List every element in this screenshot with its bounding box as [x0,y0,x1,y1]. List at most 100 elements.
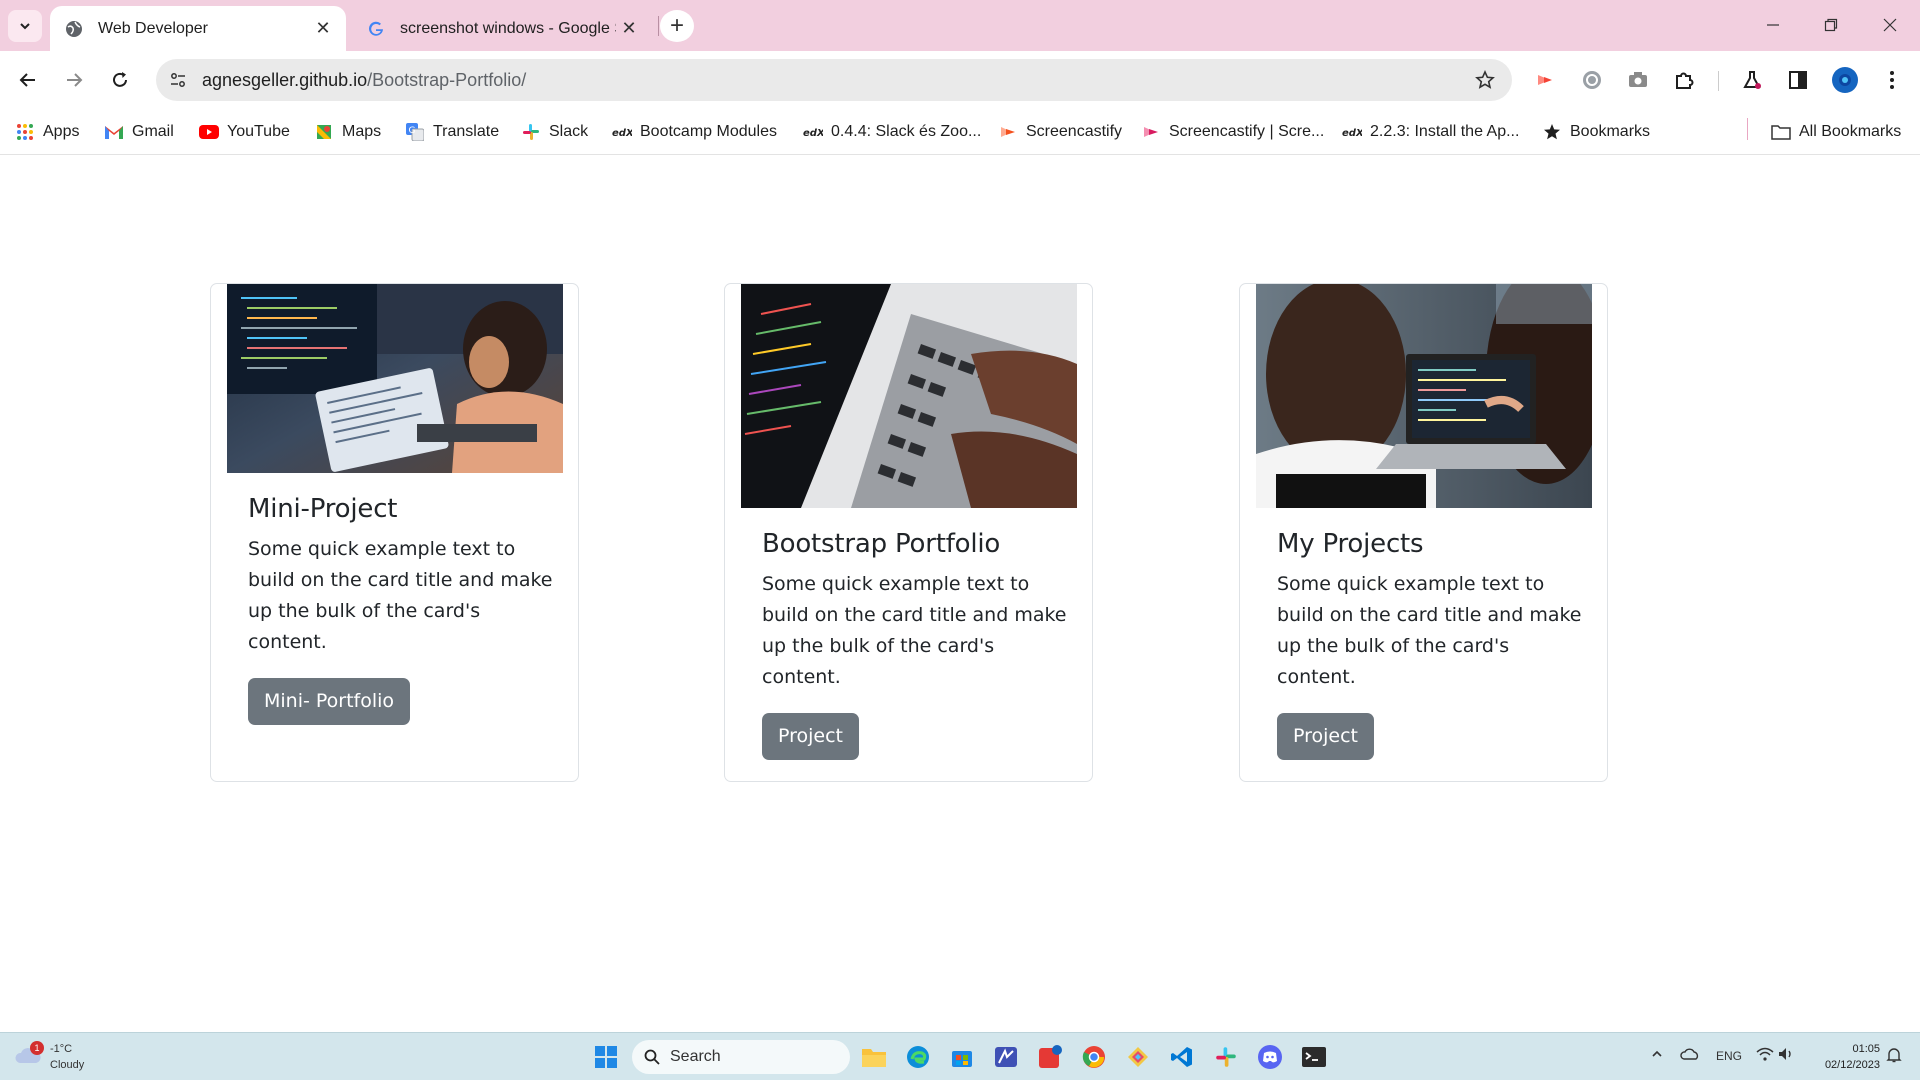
card-title: My Projects [1277,529,1424,559]
wifi-icon[interactable] [1756,1047,1774,1064]
reload-button[interactable] [101,61,139,99]
clock-date: 02/12/2023 [1824,1059,1880,1071]
microsoft-store-icon[interactable] [946,1041,978,1073]
windows-taskbar: 1 -1°C Cloudy Search ENG 01:05 02/12/202… [0,1032,1920,1080]
bookmark-label: Screencastify | Scre... [1169,123,1325,140]
card-body: My Projects Some quick example text to b… [1277,529,1587,760]
arrow-right-icon [67,73,83,87]
gmail-icon [104,122,124,142]
browser-toolbar: agnesgeller.github.io/Bootstrap-Portfoli… [0,51,1920,109]
bookmark-translate[interactable]: G Translate [405,117,499,147]
close-tab-icon[interactable]: ✕ [310,16,336,42]
tab-strip: Web Developer ✕ screenshot windows - Goo… [0,0,1920,51]
bookmark-screencastify[interactable]: Screencastify [998,117,1122,147]
app-red-icon[interactable] [1034,1041,1066,1073]
mini-portfolio-button[interactable]: Mini- Portfolio [248,678,411,725]
bookmark-star-icon[interactable] [1472,67,1498,93]
bookmark-gmail[interactable]: Gmail [104,117,174,147]
gitkraken-icon[interactable] [1122,1041,1154,1073]
slack-app-icon[interactable] [1210,1041,1242,1073]
tab-search-button[interactable] [8,10,42,42]
restore-button[interactable] [1803,0,1859,50]
close-window-button[interactable] [1862,0,1918,50]
windows-logo-icon [595,1046,617,1068]
start-button[interactable] [590,1041,622,1073]
search-placeholder: Search [670,1048,721,1065]
bookmark-apps[interactable]: Apps [15,117,79,147]
clock-time: 01:05 [1852,1043,1880,1055]
card-title: Mini-Project [248,494,398,524]
card-image-two-women-laptop [1256,284,1592,508]
bookmark-label: Translate [433,123,500,140]
side-panel-icon[interactable] [1779,61,1817,99]
terminal-icon[interactable] [1298,1041,1330,1073]
folder-icon [1771,122,1791,142]
svg-text:edX: edX [1342,128,1362,139]
plus-icon: + [669,12,684,39]
bookmark-bookmarks-folder[interactable]: Bookmarks [1542,117,1650,147]
site-info-icon[interactable] [160,62,196,98]
tab-title: Web Developer [98,19,208,37]
system-clock[interactable]: 01:05 02/12/2023 [1796,1041,1880,1073]
project-button[interactable]: Project [762,713,860,760]
profile-avatar[interactable] [1826,61,1864,99]
labs-flask-icon[interactable] [1733,61,1771,99]
address-bar[interactable]: agnesgeller.github.io/Bootstrap-Portfoli… [156,59,1512,101]
chrome-icon[interactable] [1078,1041,1110,1073]
bookmark-screencastify-2[interactable]: Screencastify | Scre... [1141,117,1324,147]
forward-button[interactable] [55,61,93,99]
bookmark-install-app[interactable]: edX 2.2.3: Install the Ap... [1342,117,1519,147]
tab-screenshot-windows[interactable]: screenshot windows - Google S ✕ [352,6,652,51]
tab-web-developer[interactable]: Web Developer ✕ [50,6,346,51]
volume-icon[interactable] [1778,1047,1794,1064]
tab-title: screenshot windows - Google S [400,19,616,37]
onedrive-icon[interactable] [1680,1047,1700,1064]
taskbar-search[interactable]: Search [632,1040,850,1074]
reload-icon [113,72,127,87]
close-icon [1883,18,1897,32]
discord-icon[interactable] [1254,1041,1286,1073]
page-content: Mini-Project Some quick example text to … [0,155,1920,1032]
card-body: Mini-Project Some quick example text to … [248,494,558,725]
powerautomate-icon[interactable] [990,1041,1022,1073]
bookmark-label: Gmail [132,123,174,140]
new-tab-button[interactable]: + [660,10,694,42]
bookmark-youtube[interactable]: YouTube [199,117,290,147]
edx-icon: edX [803,122,823,142]
tray-overflow-chevron-icon[interactable] [1650,1047,1664,1064]
bookmark-maps[interactable]: Maps [314,117,381,147]
menu-kebab-icon[interactable] [1873,61,1911,99]
slack-icon [521,122,541,142]
bookmark-label: Apps [43,123,80,140]
bookmarks-bar: Apps Gmail YouTube Maps G Translate Slac… [0,109,1920,155]
back-button[interactable] [9,61,47,99]
cloud-icon: 1 [14,1041,44,1069]
bookmark-slack[interactable]: Slack [521,117,588,147]
close-tab-icon[interactable]: ✕ [616,16,642,42]
search-icon [644,1049,660,1065]
file-explorer-icon[interactable] [858,1041,890,1073]
all-bookmarks-button[interactable]: All Bookmarks [1771,117,1901,147]
bookmark-label: Bootcamp Modules [640,123,777,140]
url-host: agnesgeller.github.io [202,69,368,90]
language-indicator[interactable]: ENG [1716,1049,1742,1063]
notifications-bell-icon[interactable] [1886,1047,1902,1066]
bookmarks-divider [1747,118,1748,140]
project-button[interactable]: Project [1277,713,1375,760]
weather-widget[interactable]: 1 -1°C Cloudy [14,1039,84,1075]
camera-extension-icon[interactable] [1619,61,1657,99]
edge-icon[interactable] [902,1041,934,1073]
screencastify-icon [1141,122,1161,142]
weather-temp: -1°C [50,1043,73,1055]
vscode-icon[interactable] [1166,1041,1198,1073]
extensions-puzzle-icon[interactable] [1665,61,1703,99]
apps-grid-icon [15,122,35,142]
maps-icon [314,122,334,142]
card-title: Bootstrap Portfolio [762,529,1001,559]
bookmark-slack-zoom[interactable]: edX 0.4.4: Slack és Zoo... [803,117,981,147]
minimize-button[interactable] [1745,0,1801,50]
weather-alert-badge: 1 [30,1041,44,1055]
screencastify-extension-icon[interactable] [1526,61,1564,99]
grammarly-extension-icon[interactable] [1573,61,1611,99]
bookmark-bootcamp-modules[interactable]: edX Bootcamp Modules [612,117,777,147]
